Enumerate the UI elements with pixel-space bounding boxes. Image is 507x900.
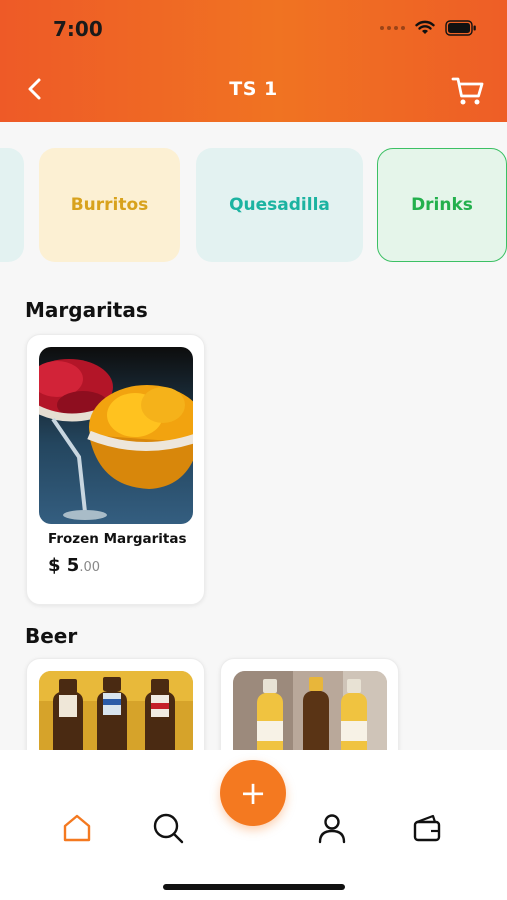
category-chip-drinks[interactable]: Drinks [377,148,507,262]
item-name: Frozen Margaritas [48,531,187,547]
category-chip-burritos[interactable]: Burritos [39,148,180,262]
plus-icon: + [239,774,267,812]
section-title-margaritas: Margaritas [25,298,148,322]
page-title: TS 1 [229,78,278,100]
wallet-icon[interactable] [411,812,443,844]
item-image-beer-1 [39,671,193,761]
app-header: 7:00 TS 1 [0,0,507,122]
item-price: $ 5.00 [48,555,100,576]
cart-icon[interactable] [451,74,485,108]
profile-icon[interactable] [316,812,348,844]
wifi-icon [415,20,435,34]
add-fab-button[interactable]: + [220,760,286,826]
status-icons [380,20,477,36]
search-icon[interactable] [152,812,184,844]
status-time: 7:00 [53,17,103,41]
battery-icon [445,20,476,36]
item-price-main: $ 5 [48,555,80,576]
home-indicator [163,884,345,890]
item-price-cents: .00 [79,560,101,575]
home-icon[interactable] [61,812,93,844]
menu-item-card[interactable]: Frozen Margaritas $ 5.00 [26,334,205,605]
item-image-frozen-margaritas [39,347,193,524]
category-chip-partial[interactable] [0,148,24,262]
section-title-beer: Beer [25,624,78,648]
signal-dots-icon [380,26,405,30]
category-chip-quesadilla[interactable]: Quesadilla [196,148,363,262]
item-image-beer-2 [233,671,387,761]
